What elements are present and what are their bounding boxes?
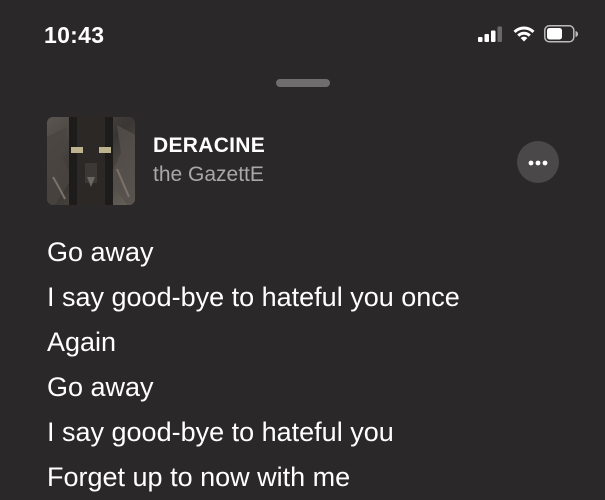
status-time: 10:43 <box>44 22 105 48</box>
lyric-line[interactable]: Go away <box>47 230 587 275</box>
lyric-line[interactable]: Go away <box>47 365 587 410</box>
lyric-line[interactable]: I say good-bye to hateful you once <box>47 275 587 320</box>
battery-icon <box>544 24 579 48</box>
wifi-icon <box>512 25 536 47</box>
ellipsis-icon <box>528 153 548 171</box>
status-icons <box>478 24 579 48</box>
status-bar: 10:43 <box>0 0 605 70</box>
lyric-line[interactable]: Forget up to now with me <box>47 455 587 500</box>
now-playing-header: DERACINE the GazettE <box>47 117 567 207</box>
more-options-button[interactable] <box>517 141 559 183</box>
lyric-line[interactable]: Again <box>47 320 587 365</box>
sheet-grabber-handle[interactable] <box>276 79 330 87</box>
lyric-line[interactable]: I say good-bye to hateful you <box>47 410 587 455</box>
cellular-signal-icon <box>478 26 504 47</box>
album-artwork[interactable] <box>47 117 135 205</box>
track-title: DERACINE <box>153 134 266 157</box>
track-artist[interactable]: the GazettE <box>153 163 264 187</box>
lyrics-view[interactable]: Go away I say good-bye to hateful you on… <box>47 230 587 500</box>
